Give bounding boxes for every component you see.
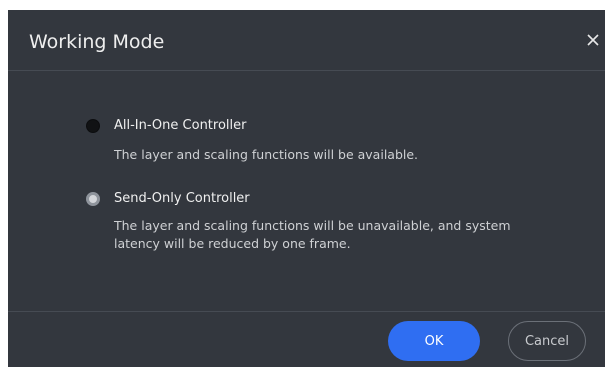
working-mode-dialog: Working Mode All-In-One Controller The l… (8, 10, 605, 367)
dialog-footer: OK Cancel (8, 312, 605, 367)
option-label: Send-Only Controller (114, 191, 250, 206)
option-description: The layer and scaling functions will be … (114, 218, 511, 251)
option-send-only: Send-Only Controller The layer and scali… (86, 191, 534, 253)
dialog-body: All-In-One Controller The layer and scal… (8, 71, 605, 312)
option-description: The layer and scaling functions will be … (114, 147, 419, 162)
radio-send-only[interactable]: Send-Only Controller (86, 191, 534, 206)
dialog-header: Working Mode (8, 10, 605, 71)
option-label: All-In-One Controller (114, 118, 247, 133)
radio-button-checked[interactable] (86, 191, 100, 206)
option-all-in-one: All-In-One Controller The layer and scal… (86, 118, 534, 164)
close-icon (587, 34, 599, 46)
radio-all-in-one[interactable]: All-In-One Controller (86, 118, 534, 133)
close-button[interactable] (583, 27, 603, 53)
dialog-title: Working Mode (29, 31, 165, 53)
cancel-button[interactable]: Cancel (508, 321, 586, 361)
ok-button[interactable]: OK (388, 321, 480, 361)
radio-button-unchecked[interactable] (86, 118, 100, 133)
